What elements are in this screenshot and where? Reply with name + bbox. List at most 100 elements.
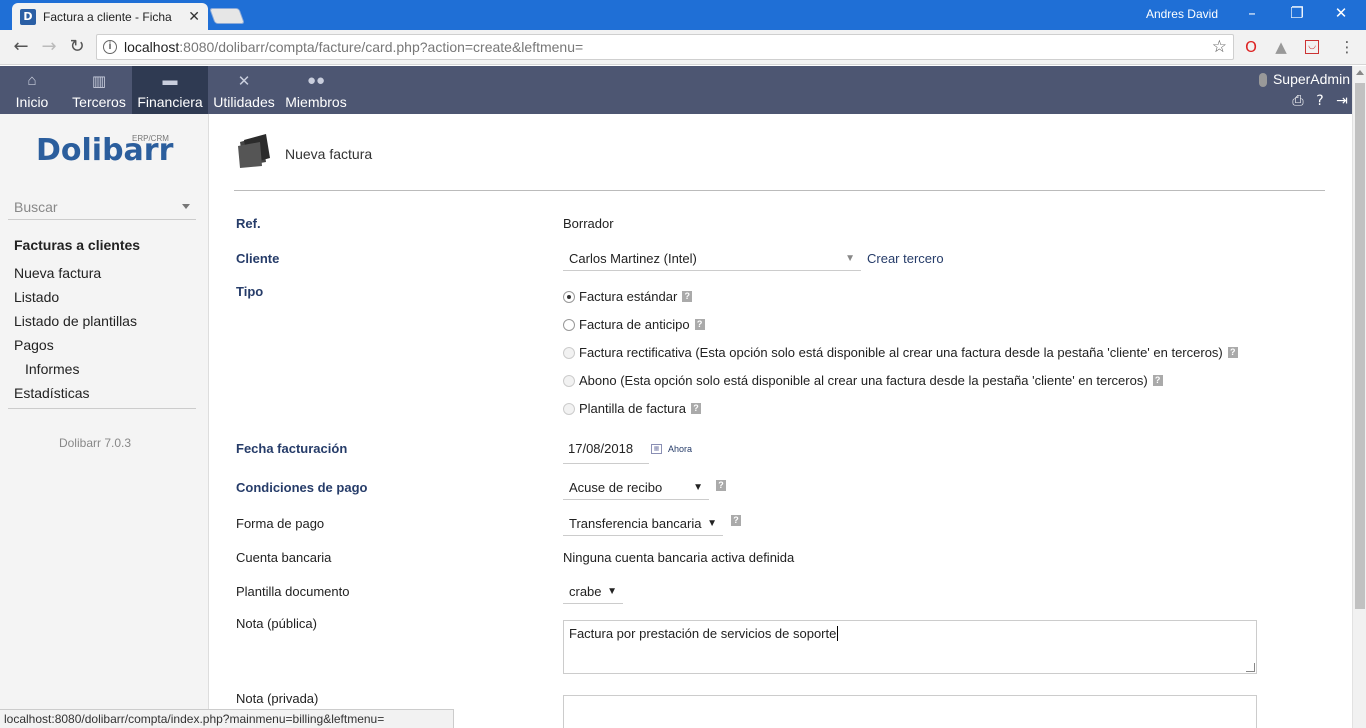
browser-titlebar: D Factura a cliente - Ficha ✕ Andres Dav… bbox=[0, 0, 1366, 30]
app-top-menu: ⌂ Inicio ▥ Terceros ▬ Financiera ✕ Utili… bbox=[0, 66, 1352, 114]
menu-item-terceros[interactable]: ▥ Terceros bbox=[66, 66, 132, 114]
invoice-folder-icon bbox=[238, 134, 270, 168]
forma-label: Forma de pago bbox=[236, 516, 325, 531]
help-icon[interactable]: ? bbox=[1312, 93, 1328, 109]
help-icon[interactable]: ? bbox=[1227, 347, 1238, 358]
sidebar-item-nueva-factura[interactable]: Nueva factura bbox=[14, 265, 101, 281]
main-content: Nueva factura Ref. Borrador Cliente Carl… bbox=[209, 114, 1352, 728]
tipo-option-label: Factura de anticipo bbox=[579, 317, 690, 332]
browser-profile-name[interactable]: Andres David bbox=[1146, 7, 1218, 21]
sidebar-section-title[interactable]: Facturas a clientes bbox=[14, 237, 140, 253]
tipo-option-abono: Abono (Esta opción solo está disponible … bbox=[563, 373, 1163, 388]
top-tools: ⎙ ? ⇥ bbox=[1290, 93, 1350, 109]
cuenta-label: Cuenta bancaria bbox=[236, 550, 332, 565]
nota-publica-label: Nota (pública) bbox=[236, 616, 317, 631]
sidebar-item-estadisticas[interactable]: Estadísticas bbox=[14, 385, 89, 401]
logout-icon[interactable]: ⇥ bbox=[1334, 93, 1350, 109]
sidebar-item-listado-plantillas[interactable]: Listado de plantillas bbox=[14, 313, 137, 329]
tipo-option-anticipo[interactable]: Factura de anticipo ? bbox=[563, 317, 705, 332]
url-bar[interactable]: i localhost:8080/dolibarr/compta/facture… bbox=[96, 34, 1234, 60]
cliente-select[interactable]: Carlos Martinez (Intel) ▼ bbox=[563, 245, 861, 271]
help-icon[interactable]: ? bbox=[1152, 375, 1163, 386]
tipo-option-label: Factura estándar bbox=[579, 289, 678, 304]
menu-item-financiera[interactable]: ▬ Financiera bbox=[132, 66, 208, 114]
plantilla-value: crabe bbox=[569, 584, 602, 599]
page-scrollbar[interactable] bbox=[1352, 66, 1366, 728]
pocket-extension-icon[interactable]: ◡ bbox=[1305, 40, 1319, 54]
ahora-link[interactable]: Ahora bbox=[668, 444, 692, 454]
tab-close-icon[interactable]: ✕ bbox=[188, 8, 200, 25]
sidebar-item-pagos[interactable]: Pagos bbox=[14, 337, 54, 353]
link-status-bubble: localhost:8080/dolibarr/compta/index.php… bbox=[0, 709, 454, 728]
left-sidebar: Dolibarr ERP/CRM Buscar Facturas a clien… bbox=[0, 114, 209, 728]
new-tab-button[interactable] bbox=[209, 8, 245, 24]
ref-value: Borrador bbox=[563, 216, 614, 231]
close-window-icon[interactable]: ✕ bbox=[1331, 4, 1351, 22]
ref-label: Ref. bbox=[236, 216, 261, 231]
user-avatar-icon bbox=[1258, 73, 1267, 88]
menu-item-miembros[interactable]: ●● Miembros bbox=[282, 66, 350, 114]
url-host: localhost bbox=[124, 39, 180, 55]
calendar-icon[interactable]: ▦ bbox=[651, 444, 662, 454]
site-info-icon[interactable]: i bbox=[103, 40, 117, 54]
reload-icon[interactable]: ↻ bbox=[66, 36, 88, 58]
tipo-option-estandar[interactable]: Factura estándar ? bbox=[563, 289, 693, 304]
chrome-menu-icon[interactable]: ⋮ bbox=[1338, 38, 1356, 56]
logo-subtitle: ERP/CRM bbox=[132, 134, 169, 143]
tipo-label: Tipo bbox=[236, 284, 264, 299]
menu-item-label: Terceros bbox=[72, 94, 126, 110]
bookmark-star-icon[interactable]: ☆ bbox=[1212, 37, 1227, 57]
resize-handle-icon[interactable] bbox=[1246, 663, 1255, 672]
plantilla-label: Plantilla documento bbox=[236, 584, 350, 599]
browser-tab[interactable]: D Factura a cliente - Ficha ✕ bbox=[12, 3, 208, 30]
search-placeholder: Buscar bbox=[14, 199, 58, 215]
help-icon[interactable]: ? bbox=[690, 403, 701, 414]
nota-publica-textarea[interactable]: Factura por prestación de servicios de s… bbox=[563, 620, 1257, 674]
radio-plantilla bbox=[563, 402, 575, 415]
url-path: :8080/dolibarr/compta/facture/card.php?a… bbox=[179, 39, 584, 55]
forma-select[interactable]: Transferencia bancaria ▼ bbox=[563, 510, 723, 536]
condiciones-label: Condiciones de pago bbox=[236, 480, 368, 495]
tipo-option-plantilla: Plantilla de factura ? bbox=[563, 401, 701, 416]
forma-value: Transferencia bancaria bbox=[569, 516, 702, 531]
chevron-down-icon bbox=[182, 204, 190, 209]
help-icon[interactable]: ? bbox=[716, 480, 726, 491]
help-icon[interactable]: ? bbox=[694, 319, 705, 330]
user-menu[interactable]: SuperAdmin bbox=[1258, 71, 1350, 88]
sidebar-item-informes[interactable]: Informes bbox=[25, 361, 79, 377]
menu-item-inicio[interactable]: ⌂ Inicio bbox=[8, 66, 56, 114]
minimize-icon[interactable]: – bbox=[1242, 4, 1262, 22]
crear-tercero-link[interactable]: Crear tercero bbox=[867, 251, 944, 266]
plantilla-select[interactable]: crabe ▼ bbox=[563, 578, 623, 604]
building-icon: ▥ bbox=[91, 73, 107, 90]
print-icon[interactable]: ⎙ bbox=[1290, 93, 1306, 109]
help-icon[interactable]: ? bbox=[682, 291, 693, 302]
radio-rectificativa bbox=[563, 346, 575, 359]
scroll-up-icon[interactable] bbox=[1356, 70, 1364, 75]
condiciones-select[interactable]: Acuse de recibo ▼ bbox=[563, 474, 709, 500]
menu-item-label: Inicio bbox=[15, 94, 49, 110]
radio-estandar[interactable] bbox=[563, 290, 575, 303]
fecha-input[interactable]: 17/08/2018 bbox=[563, 440, 649, 464]
help-icon[interactable]: ? bbox=[731, 515, 741, 526]
opera-extension-icon[interactable]: O bbox=[1242, 38, 1260, 56]
scroll-thumb[interactable] bbox=[1355, 83, 1365, 609]
nota-privada-label: Nota (privada) bbox=[236, 691, 319, 706]
chevron-down-icon: ▼ bbox=[707, 518, 717, 529]
menu-item-utilidades[interactable]: ✕ Utilidades bbox=[210, 66, 278, 114]
browser-toolbar: ← → ↻ i localhost:8080/dolibarr/compta/f… bbox=[0, 30, 1366, 65]
cliente-value: Carlos Martinez (Intel) bbox=[569, 251, 697, 266]
search-select[interactable]: Buscar bbox=[8, 194, 196, 220]
menu-item-label: Utilidades bbox=[213, 94, 275, 110]
tab-title: Factura a cliente - Ficha bbox=[43, 9, 172, 24]
condiciones-value: Acuse de recibo bbox=[569, 480, 663, 495]
drive-extension-icon[interactable]: ▲ bbox=[1272, 38, 1290, 56]
maximize-icon[interactable]: ❐ bbox=[1287, 4, 1307, 22]
nota-privada-textarea[interactable] bbox=[563, 695, 1257, 728]
dolibarr-logo[interactable]: Dolibarr ERP/CRM bbox=[36, 134, 176, 176]
tipo-option-label: Abono (Esta opción solo está disponible … bbox=[579, 373, 1148, 388]
sidebar-item-listado[interactable]: Listado bbox=[14, 289, 59, 305]
back-icon[interactable]: ← bbox=[10, 36, 32, 58]
radio-anticipo[interactable] bbox=[563, 318, 575, 331]
forward-icon[interactable]: → bbox=[38, 36, 60, 58]
